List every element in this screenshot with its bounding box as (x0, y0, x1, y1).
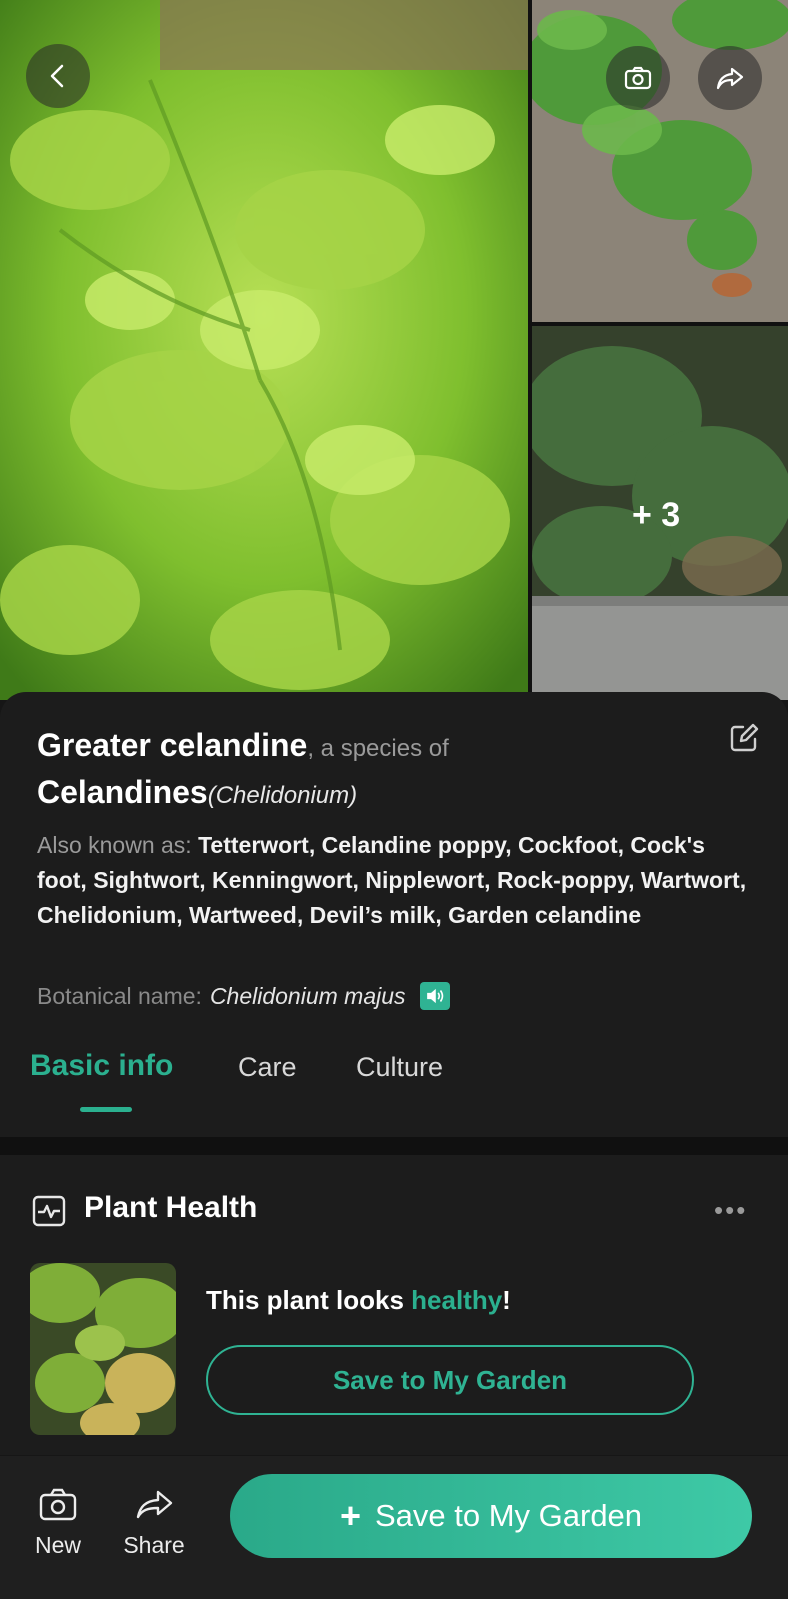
health-pulse-icon (32, 1195, 66, 1227)
chevron-left-icon (50, 64, 64, 88)
botanical-name: Chelidonium majus (209, 982, 406, 1009)
botanical-name-row: Botanical name: Chelidonium majus (37, 982, 450, 1010)
tab-culture[interactable]: Culture (356, 1052, 443, 1083)
genus-latin-name: (Chelidonium) (207, 782, 358, 809)
health-status: This plant looks healthy! (206, 1285, 511, 1315)
tab-care[interactable]: Care (238, 1052, 297, 1083)
camera-button[interactable] (606, 46, 670, 110)
primary-save-label: Save to My Garden (374, 1498, 643, 1533)
edit-icon (730, 723, 759, 752)
botanical-label: Botanical name: (37, 982, 202, 1009)
share-bottom-button[interactable]: Share (118, 1486, 190, 1559)
save-to-garden-outline-button[interactable]: Save to My Garden (206, 1345, 694, 1415)
aka-label: Also known as: (37, 832, 199, 858)
more-options-icon[interactable]: ••• (714, 1197, 747, 1223)
plus-icon: + (339, 1495, 361, 1536)
genus-common-name: Celandines (37, 774, 208, 810)
edit-button[interactable] (728, 722, 760, 754)
bottom-action-bar: New Share + Save to My Garden (0, 1456, 788, 1599)
plant-health-title: Plant Health (84, 1191, 258, 1224)
plant-info-sheet: Greater celandine, a species of Celandin… (0, 692, 788, 1137)
secondary-plant-photo[interactable] (532, 0, 788, 322)
share-label: Share (123, 1532, 185, 1558)
plant-title: Greater celandine, a species of Celandin… (37, 724, 717, 818)
info-tabs: Basic info Care Culture (0, 1049, 788, 1122)
camera-icon (624, 66, 652, 90)
pronunciation-speaker-icon[interactable] (419, 982, 450, 1010)
new-scan-button[interactable]: New (30, 1486, 86, 1559)
main-plant-photo[interactable] (0, 0, 528, 700)
health-thumbnail[interactable] (30, 1263, 176, 1435)
share-arrow-icon (716, 67, 744, 90)
health-status-word: healthy (411, 1285, 503, 1315)
save-to-garden-primary-button[interactable]: + Save to My Garden (230, 1474, 752, 1558)
more-photos-count: + 3 (532, 326, 788, 700)
species-of-text: , a species of (307, 735, 449, 762)
new-label: New (34, 1532, 81, 1558)
common-name: Greater celandine (37, 727, 308, 763)
active-tab-indicator (80, 1107, 132, 1112)
also-known-as: Also known as: Tetterwort, Celandine pop… (37, 828, 747, 933)
plant-health-card: Plant Health ••• This plant looks health… (0, 1155, 788, 1455)
camera-icon (39, 1488, 77, 1521)
section-divider (0, 1137, 788, 1155)
photo-gallery: + 3 (0, 0, 788, 700)
tab-basic-info[interactable]: Basic info (30, 1049, 173, 1083)
more-photos-tile[interactable]: + 3 (532, 326, 788, 700)
share-button[interactable] (698, 46, 762, 110)
back-button[interactable] (26, 44, 90, 108)
share-arrow-icon (136, 1490, 173, 1519)
